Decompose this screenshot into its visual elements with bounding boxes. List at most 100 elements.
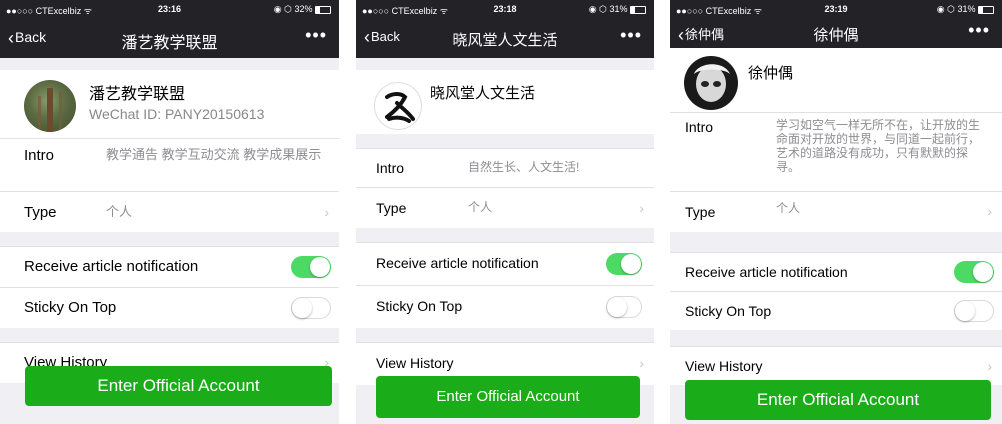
- receive-notification-label: Receive article notification: [24, 258, 199, 275]
- chevron-right-icon: ›: [987, 358, 992, 374]
- account-name: 徐仲偶: [748, 65, 794, 82]
- battery-indicator: ◉ ⬡ 31%: [589, 4, 646, 15]
- type-label: Type: [376, 200, 407, 216]
- more-icon[interactable]: •••: [968, 20, 990, 41]
- receive-notification-toggle[interactable]: [291, 256, 331, 278]
- avatar: [684, 56, 738, 110]
- intro-label: Intro: [685, 119, 714, 135]
- intro-value: 自然生长、人文生活!: [468, 160, 580, 174]
- back-button[interactable]: ‹徐仲偶: [678, 24, 724, 45]
- sticky-on-top-toggle[interactable]: [606, 296, 642, 318]
- type-value: 个人: [468, 200, 493, 214]
- receive-notification-toggle[interactable]: [606, 253, 642, 275]
- chevron-left-icon: ‹: [364, 27, 370, 47]
- page-title: 晓风堂人文生活: [452, 32, 558, 49]
- section-gap: [0, 328, 339, 342]
- battery-icon: [315, 5, 331, 14]
- profile-header: 徐仲偶: [670, 48, 1002, 112]
- intro-value: 学习如空气一样无所不在，让开放的生命面对开放的世界，与同道一起前行，艺术的道路没…: [776, 118, 981, 174]
- status-bar: ●●○○○ CTExcelbiz ᯤ 23:16 ◉ ⬡ 32%: [0, 0, 339, 18]
- account-name: 晓风堂人文生活: [430, 85, 536, 102]
- intro-row: Intro 教学通告 教学互动交流 教学成果展示: [0, 138, 339, 191]
- toggle-knob: [973, 262, 993, 282]
- sticky-on-top-label: Sticky On Top: [376, 298, 463, 314]
- avatar: [24, 80, 76, 132]
- sticky-on-top-row: Sticky On Top: [670, 291, 1002, 330]
- receive-notification-toggle[interactable]: [954, 261, 994, 283]
- intro-label: Intro: [24, 147, 55, 164]
- wechat-id: WeChat ID: PANY20150613: [89, 106, 265, 122]
- tree-photo-icon: [38, 88, 62, 132]
- section-gap: [356, 134, 654, 148]
- type-row[interactable]: Type 个人 ›: [356, 187, 654, 228]
- sticky-on-top-row: Sticky On Top: [356, 285, 654, 328]
- status-time: 23:16: [157, 4, 182, 14]
- carrier-signal: ●●○○○ CTExcelbiz ᯤ: [676, 6, 762, 16]
- section-gap: [670, 232, 1002, 252]
- phone-screen-1: ●●○○○ CTExcelbiz ᯤ 23:16 ◉ ⬡ 32% ‹Back 潘…: [0, 0, 339, 424]
- status-time: 23:18: [493, 4, 517, 14]
- intro-value: 教学通告 教学互动交流 教学成果展示: [106, 147, 322, 162]
- phone-screen-3: ●●○○○ CTExcelbiz ᯤ 23:19 ◉ ⬡ 31% ‹徐仲偶 徐仲…: [670, 0, 1002, 424]
- nav-bar: ‹徐仲偶 徐仲偶 •••: [670, 18, 1002, 48]
- receive-notification-label: Receive article notification: [376, 255, 539, 271]
- sticky-on-top-label: Sticky On Top: [24, 299, 117, 316]
- sticky-on-top-row: Sticky On Top: [0, 287, 339, 328]
- battery-icon: [630, 5, 646, 14]
- portrait-photo-icon: [694, 64, 730, 102]
- status-time: 23:19: [824, 4, 848, 14]
- sticky-on-top-label: Sticky On Top: [685, 303, 772, 319]
- nav-bar: ‹Back 潘艺教学联盟 •••: [0, 18, 339, 58]
- more-icon[interactable]: •••: [620, 25, 642, 46]
- toggle-knob: [607, 297, 627, 317]
- type-label: Type: [685, 204, 716, 220]
- battery-indicator: ◉ ⬡ 31%: [937, 4, 994, 15]
- carrier-signal: ●●○○○ CTExcelbiz ᯤ: [6, 6, 92, 16]
- receive-notification-row: Receive article notification: [356, 242, 654, 285]
- view-history-label: View History: [376, 355, 454, 371]
- profile-header: 潘艺教学联盟 WeChat ID: PANY20150613: [0, 70, 339, 138]
- sticky-on-top-toggle[interactable]: [954, 300, 994, 322]
- section-gap: [356, 228, 654, 242]
- toggle-knob: [292, 298, 312, 318]
- type-value: 个人: [106, 204, 133, 219]
- toggle-knob: [955, 301, 975, 321]
- phone-screen-2: ●●○○○ CTExcelbiz ᯤ 23:18 ◉ ⬡ 31% ‹Back 晓…: [356, 0, 654, 424]
- profile-header: 晓风堂人文生活: [356, 70, 654, 134]
- intro-label: Intro: [376, 160, 405, 176]
- nav-bar: ‹Back 晓风堂人文生活 •••: [356, 18, 654, 58]
- status-bar: ●●○○○ CTExcelbiz ᯤ 23:19 ◉ ⬡ 31%: [670, 0, 1002, 18]
- enter-official-account-button[interactable]: Enter Official Account: [376, 376, 640, 418]
- section-gap: [0, 232, 339, 246]
- chevron-right-icon: ›: [324, 204, 329, 220]
- intro-row: Intro 学习如空气一样无所不在，让开放的生命面对开放的世界，与同道一起前行，…: [670, 112, 1002, 191]
- receive-notification-row: Receive article notification: [0, 246, 339, 287]
- battery-indicator: ◉ ⬡ 32%: [274, 4, 331, 15]
- chevron-left-icon: ‹: [678, 25, 684, 45]
- chevron-left-icon: ‹: [8, 28, 14, 48]
- chevron-right-icon: ›: [987, 203, 992, 219]
- type-label: Type: [24, 204, 57, 221]
- carrier-signal: ●●○○○ CTExcelbiz ᯤ: [362, 6, 448, 16]
- receive-notification-label: Receive article notification: [685, 264, 848, 280]
- enter-official-account-button[interactable]: Enter Official Account: [685, 380, 991, 420]
- calligraphy-logo-icon: [385, 92, 415, 123]
- battery-icon: [978, 5, 994, 14]
- back-button[interactable]: ‹Back: [364, 27, 400, 47]
- avatar: [374, 82, 422, 130]
- back-button[interactable]: ‹Back: [8, 28, 46, 48]
- toggle-knob: [310, 257, 330, 277]
- receive-notification-row: Receive article notification: [670, 252, 1002, 291]
- type-row[interactable]: Type 个人 ›: [0, 191, 339, 232]
- enter-official-account-button[interactable]: Enter Official Account: [25, 366, 332, 406]
- account-name: 潘艺教学联盟: [89, 86, 186, 103]
- chevron-right-icon: ›: [639, 355, 644, 371]
- type-row[interactable]: Type 个人 ›: [670, 191, 1002, 232]
- section-gap: [670, 330, 1002, 346]
- more-icon[interactable]: •••: [305, 25, 327, 46]
- sticky-on-top-toggle[interactable]: [291, 297, 331, 319]
- intro-row: Intro 自然生长、人文生活!: [356, 148, 654, 187]
- page-title: 潘艺教学联盟: [121, 35, 218, 52]
- view-history-label: View History: [685, 358, 763, 374]
- type-value: 个人: [776, 201, 801, 215]
